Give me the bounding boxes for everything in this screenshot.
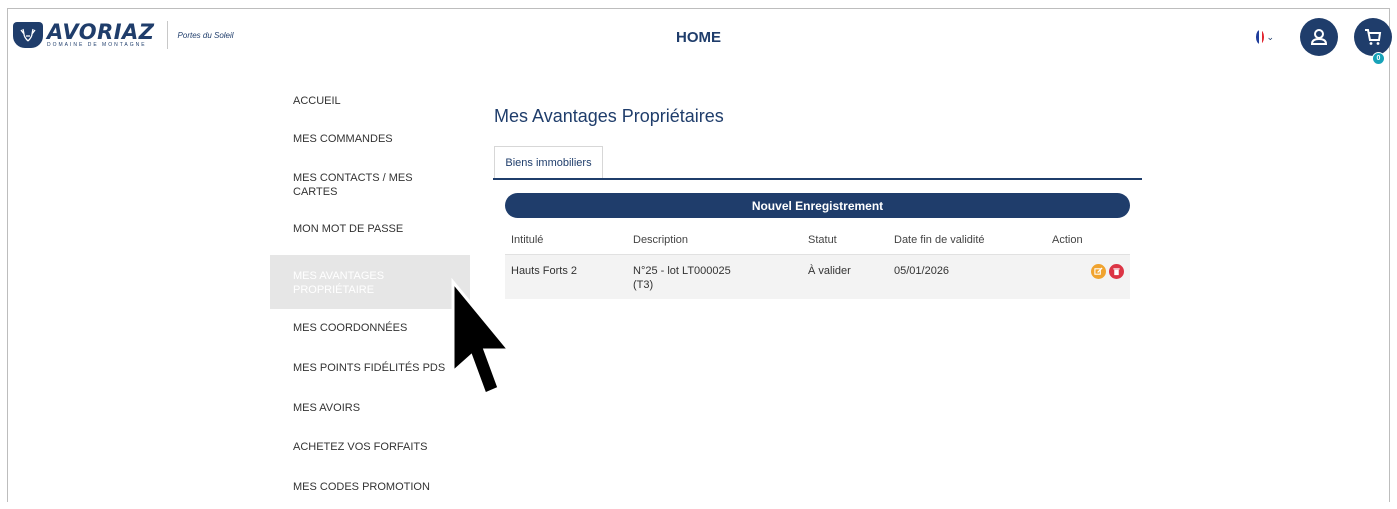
benefits-table: Intitulé Description Statut Date fin de … <box>505 226 1130 299</box>
sidebar-item-label: MES CODES PROMOTION <box>293 481 430 493</box>
sidebar-item-accueil[interactable]: ACCUEIL <box>270 85 470 123</box>
sidebar-item-contacts[interactable]: MES CONTACTS / MES CARTES <box>270 163 470 217</box>
column-header: Intitulé <box>511 234 544 246</box>
sidebar-item-label: ACHETEZ VOS FORFAITS <box>293 441 428 453</box>
edit-icon <box>1094 267 1103 275</box>
sidebar-item-mot-de-passe[interactable]: MON MOT DE PASSE <box>270 217 470 255</box>
cell-description: N°25 - lot LT000025 (T3) <box>633 265 731 291</box>
french-flag-icon <box>1256 30 1265 44</box>
sidebar-item-points-fidelite[interactable]: MES POINTS FIDÉLITÉS PDS <box>270 349 470 389</box>
sidebar-item-label: MES AVANTAGES PROPRIÉTAIRE <box>293 270 385 296</box>
trash-icon <box>1113 268 1120 276</box>
sidebar: ACCUEIL MES COMMANDES MES CONTACTS / MES… <box>270 85 470 509</box>
sidebar-item-codes-promotion[interactable]: MES CODES PROMOTION <box>270 469 470 509</box>
account-button[interactable] <box>1300 18 1338 56</box>
cart-button[interactable] <box>1354 18 1392 56</box>
partner-logo: Portes du Soleil <box>177 30 234 40</box>
sidebar-item-label: MES AVOIRS <box>293 402 361 414</box>
new-record-button[interactable]: Nouvel Enregistrement <box>505 193 1130 218</box>
cell-statut: À valider <box>808 265 851 277</box>
delete-button[interactable] <box>1109 264 1124 279</box>
cart-icon <box>1365 29 1382 45</box>
sidebar-item-avoirs[interactable]: MES AVOIRS <box>270 389 470 429</box>
logo-title: AVORIAZ <box>47 19 155 44</box>
column-header: Date fin de validité <box>894 234 985 246</box>
sidebar-item-label: ACCUEIL <box>293 95 341 107</box>
user-icon <box>1310 29 1328 45</box>
sidebar-item-label: MES POINTS FIDÉLITÉS PDS <box>293 362 446 374</box>
chevron-down-icon: ⌄ <box>1266 31 1274 42</box>
section-title: Mes Avantages Propriétaires <box>494 106 724 126</box>
cell-intitule: Hauts Forts 2 <box>511 265 578 277</box>
sidebar-item-label: MON MOT DE PASSE <box>293 223 404 235</box>
table-header: Intitulé Description Statut Date fin de … <box>505 226 1130 255</box>
cell-actions <box>1050 264 1130 279</box>
header: AVORIAZ DOMAINE DE MONTAGNE Portes du So… <box>8 9 1392 69</box>
tab-underline <box>493 178 1142 180</box>
column-header: Description <box>633 234 689 246</box>
table-row: Hauts Forts 2 N°25 - lot LT000025 (T3) À… <box>505 255 1130 299</box>
column-header: Action <box>1052 234 1083 246</box>
logo-subtitle: DOMAINE DE MONTAGNE <box>47 41 147 48</box>
column-header: Statut <box>808 234 837 246</box>
sidebar-item-coordonnees[interactable]: MES COORDONNÉES <box>270 309 470 349</box>
sidebar-item-label: MES COMMANDES <box>293 133 393 145</box>
tab-biens-immobiliers[interactable]: Biens immobiliers <box>494 146 603 179</box>
cart-count-badge: 0 <box>1372 52 1385 65</box>
sidebar-item-avantages[interactable]: MES AVANTAGES PROPRIÉTAIRE <box>270 255 470 309</box>
logo[interactable]: AVORIAZ DOMAINE DE MONTAGNE Portes du So… <box>13 21 234 49</box>
language-selector[interactable]: ⌄ <box>1256 29 1274 45</box>
sidebar-item-label: MES CONTACTS / MES CARTES <box>293 172 413 198</box>
logo-divider <box>166 21 168 49</box>
cell-date: 05/01/2026 <box>894 265 950 277</box>
edit-button[interactable] <box>1091 264 1106 279</box>
mouse-cursor-icon <box>451 278 513 397</box>
sidebar-item-label: MES COORDONNÉES <box>293 322 408 334</box>
sidebar-item-commandes[interactable]: MES COMMANDES <box>270 123 470 163</box>
sidebar-item-forfaits[interactable]: ACHETEZ VOS FORFAITS <box>270 429 470 469</box>
deer-shield-icon <box>13 22 43 48</box>
